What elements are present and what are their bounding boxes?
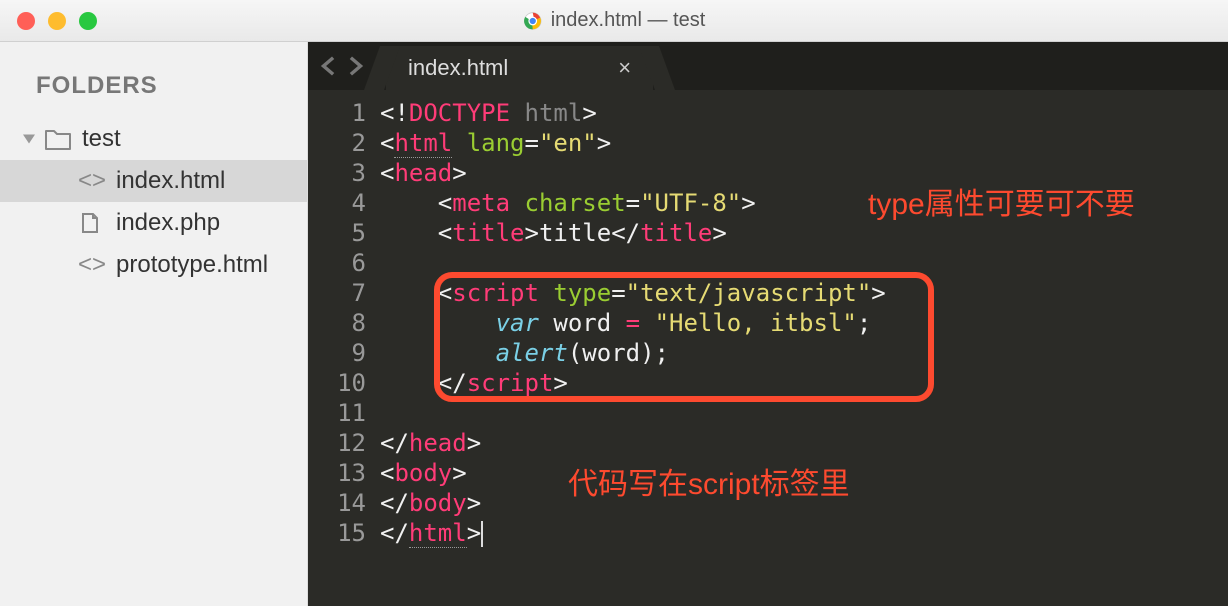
- code-line[interactable]: </script>: [380, 368, 1228, 398]
- code-file-icon: <>: [78, 251, 106, 279]
- tree-file-index-html[interactable]: <> index.html: [0, 160, 307, 202]
- line-number: 9: [308, 338, 366, 368]
- line-number: 13: [308, 458, 366, 488]
- tree-file-prototype-html[interactable]: <> prototype.html: [0, 244, 307, 286]
- code-line[interactable]: [380, 248, 1228, 278]
- code-line[interactable]: [380, 398, 1228, 428]
- code-line[interactable]: <html lang="en">: [380, 128, 1228, 158]
- titlebar: index.html — test: [0, 0, 1228, 42]
- code-line[interactable]: <body>: [380, 458, 1228, 488]
- sidebar-header: FOLDERS: [0, 72, 307, 100]
- folder-icon: [44, 127, 72, 151]
- sidebar: FOLDERS test <> index.html index.php <> prot…: [0, 42, 308, 606]
- line-number: 3: [308, 158, 366, 188]
- code-content[interactable]: <!DOCTYPE html><html lang="en"><head> <m…: [380, 98, 1228, 606]
- code-line[interactable]: <title>title</title>: [380, 218, 1228, 248]
- file-label: index.php: [116, 209, 220, 237]
- file-icon: [78, 211, 102, 235]
- nav-back-icon[interactable]: [318, 55, 340, 77]
- file-label: index.html: [116, 167, 225, 195]
- code-area[interactable]: 123456789101112131415 <!DOCTYPE html><ht…: [308, 90, 1228, 606]
- disclosure-triangle-icon: [20, 130, 38, 148]
- tab-index-html[interactable]: index.html ×: [386, 46, 653, 90]
- code-line[interactable]: <meta charset="UTF-8">: [380, 188, 1228, 218]
- line-number: 14: [308, 488, 366, 518]
- close-button[interactable]: [17, 12, 35, 30]
- code-line[interactable]: <!DOCTYPE html>: [380, 98, 1228, 128]
- code-file-icon: <>: [78, 167, 106, 195]
- window-title-group: index.html — test: [523, 9, 706, 32]
- traffic-lights: [17, 12, 97, 30]
- folder-label: test: [82, 125, 121, 153]
- line-number: 10: [308, 368, 366, 398]
- line-number: 7: [308, 278, 366, 308]
- file-tree: test <> index.html index.php <> prototype.ht…: [0, 118, 307, 286]
- nav-forward-icon[interactable]: [344, 55, 366, 77]
- line-number: 1: [308, 98, 366, 128]
- line-gutter: 123456789101112131415: [308, 98, 380, 606]
- line-number: 6: [308, 248, 366, 278]
- line-number: 8: [308, 308, 366, 338]
- code-line[interactable]: <script type="text/javascript">: [380, 278, 1228, 308]
- tab-bar: index.html ×: [308, 42, 1228, 90]
- tab-close-icon[interactable]: ×: [618, 55, 631, 81]
- tree-file-index-php[interactable]: index.php: [0, 202, 307, 244]
- file-label: prototype.html: [116, 251, 268, 279]
- code-line[interactable]: </head>: [380, 428, 1228, 458]
- window-title: index.html — test: [551, 9, 706, 32]
- text-cursor: [481, 521, 483, 547]
- code-line[interactable]: </html>: [380, 518, 1228, 548]
- tab-label: index.html: [408, 55, 508, 81]
- line-number: 2: [308, 128, 366, 158]
- line-number: 15: [308, 518, 366, 548]
- code-line[interactable]: </body>: [380, 488, 1228, 518]
- line-number: 4: [308, 188, 366, 218]
- code-line[interactable]: alert(word);: [380, 338, 1228, 368]
- code-line[interactable]: var word = "Hello, itbsl";: [380, 308, 1228, 338]
- editor-pane: index.html × 123456789101112131415 <!DOC…: [308, 42, 1228, 606]
- line-number: 11: [308, 398, 366, 428]
- tab-nav-arrows: [318, 42, 366, 90]
- line-number: 12: [308, 428, 366, 458]
- tree-folder-test[interactable]: test: [0, 118, 307, 160]
- minimize-button[interactable]: [48, 12, 66, 30]
- chrome-file-icon: [523, 11, 543, 31]
- maximize-button[interactable]: [79, 12, 97, 30]
- code-line[interactable]: <head>: [380, 158, 1228, 188]
- line-number: 5: [308, 218, 366, 248]
